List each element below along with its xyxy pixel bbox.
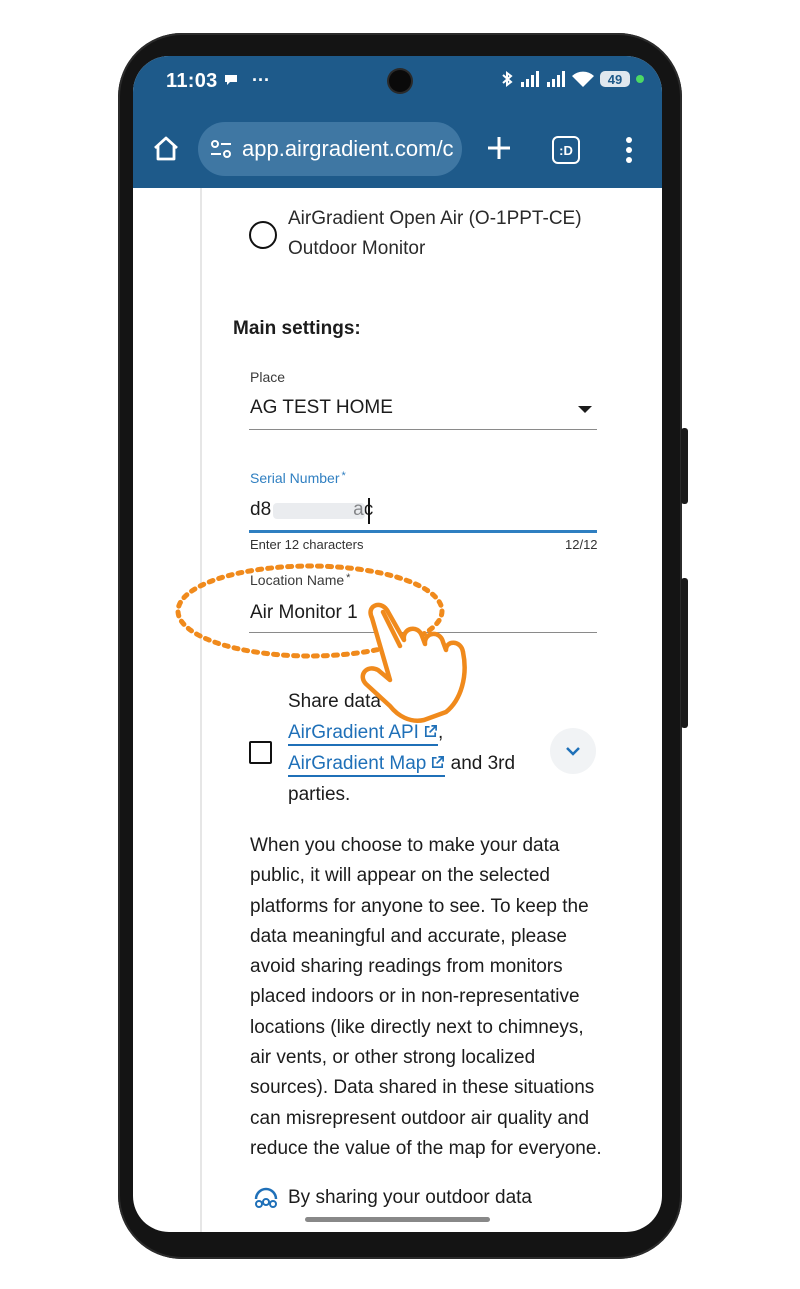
place-select[interactable]: AG TEST HOME	[250, 397, 393, 419]
external-link-icon	[424, 725, 437, 738]
volume-button	[681, 428, 688, 504]
public-data-disclaimer: When you choose to make your data public…	[250, 835, 602, 1159]
site-settings-icon[interactable]	[208, 136, 234, 162]
device-radio-button[interactable]	[249, 221, 277, 249]
community-icon	[254, 1187, 278, 1208]
browser-top-bar: 11:03 ··· 49 app.airgradient.com/c:D	[133, 56, 662, 188]
location-underline	[249, 632, 597, 633]
tab-switcher-button[interactable]: :D	[552, 136, 580, 164]
place-label: Place	[250, 369, 286, 385]
bluetooth-icon	[502, 71, 513, 87]
url-text[interactable]: app.airgradient.com/c	[242, 136, 454, 162]
front-camera	[389, 70, 411, 92]
expand-share-options-button[interactable]	[550, 728, 596, 774]
status-right-icons: 49	[500, 70, 644, 88]
share-data-checkbox[interactable]	[249, 741, 272, 764]
main-settings-title: Main settings:	[233, 318, 361, 339]
signal-icon	[521, 71, 539, 87]
chevron-down-icon	[566, 747, 580, 756]
gesture-home-indicator[interactable]	[305, 1217, 490, 1222]
location-name-label: Location Name *	[250, 572, 351, 588]
place-underline	[249, 429, 597, 430]
stepper-line	[200, 188, 202, 1232]
redacted-serial-blur	[273, 503, 365, 519]
serial-char-counter: 12/12	[565, 537, 598, 552]
address-bar[interactable]: app.airgradient.com/c	[198, 122, 462, 176]
airgradient-api-link[interactable]: AirGradient API	[288, 722, 438, 746]
location-name-input[interactable]: Air Monitor 1	[250, 602, 358, 624]
status-time: 11:03	[166, 70, 218, 92]
signal-icon	[547, 71, 565, 87]
power-button	[681, 578, 688, 728]
device-option-label[interactable]: AirGradient Open Air (O-1PPT-CE) Outdoor…	[288, 204, 588, 264]
privacy-indicator-dot	[636, 75, 644, 83]
battery-level: 49	[600, 71, 630, 87]
status-left-icons: ···	[223, 70, 270, 91]
text-cursor	[368, 498, 370, 524]
share-data-text: Share data w AirGradient API, AirGradien…	[288, 691, 516, 805]
serial-underline-active	[249, 530, 597, 533]
wifi-icon	[572, 71, 594, 87]
chat-bubble-icon	[225, 75, 237, 85]
home-icon[interactable]	[151, 134, 181, 164]
external-link-icon	[432, 756, 445, 769]
sharing-note: By sharing your outdoor data	[250, 1187, 532, 1209]
airgradient-map-link[interactable]: AirGradient Map	[288, 753, 446, 777]
dropdown-arrow-icon[interactable]	[578, 406, 592, 413]
phone-screen: 11:03 ··· 49 app.airgradient.com/c:D Ai…	[133, 56, 662, 1232]
serial-number-label: Serial Number *	[250, 470, 346, 486]
new-tab-icon[interactable]	[483, 132, 515, 164]
more-dots-icon: ···	[252, 70, 270, 90]
more-menu-icon[interactable]	[625, 136, 633, 164]
serial-helper-text: Enter 12 characters	[250, 537, 364, 552]
